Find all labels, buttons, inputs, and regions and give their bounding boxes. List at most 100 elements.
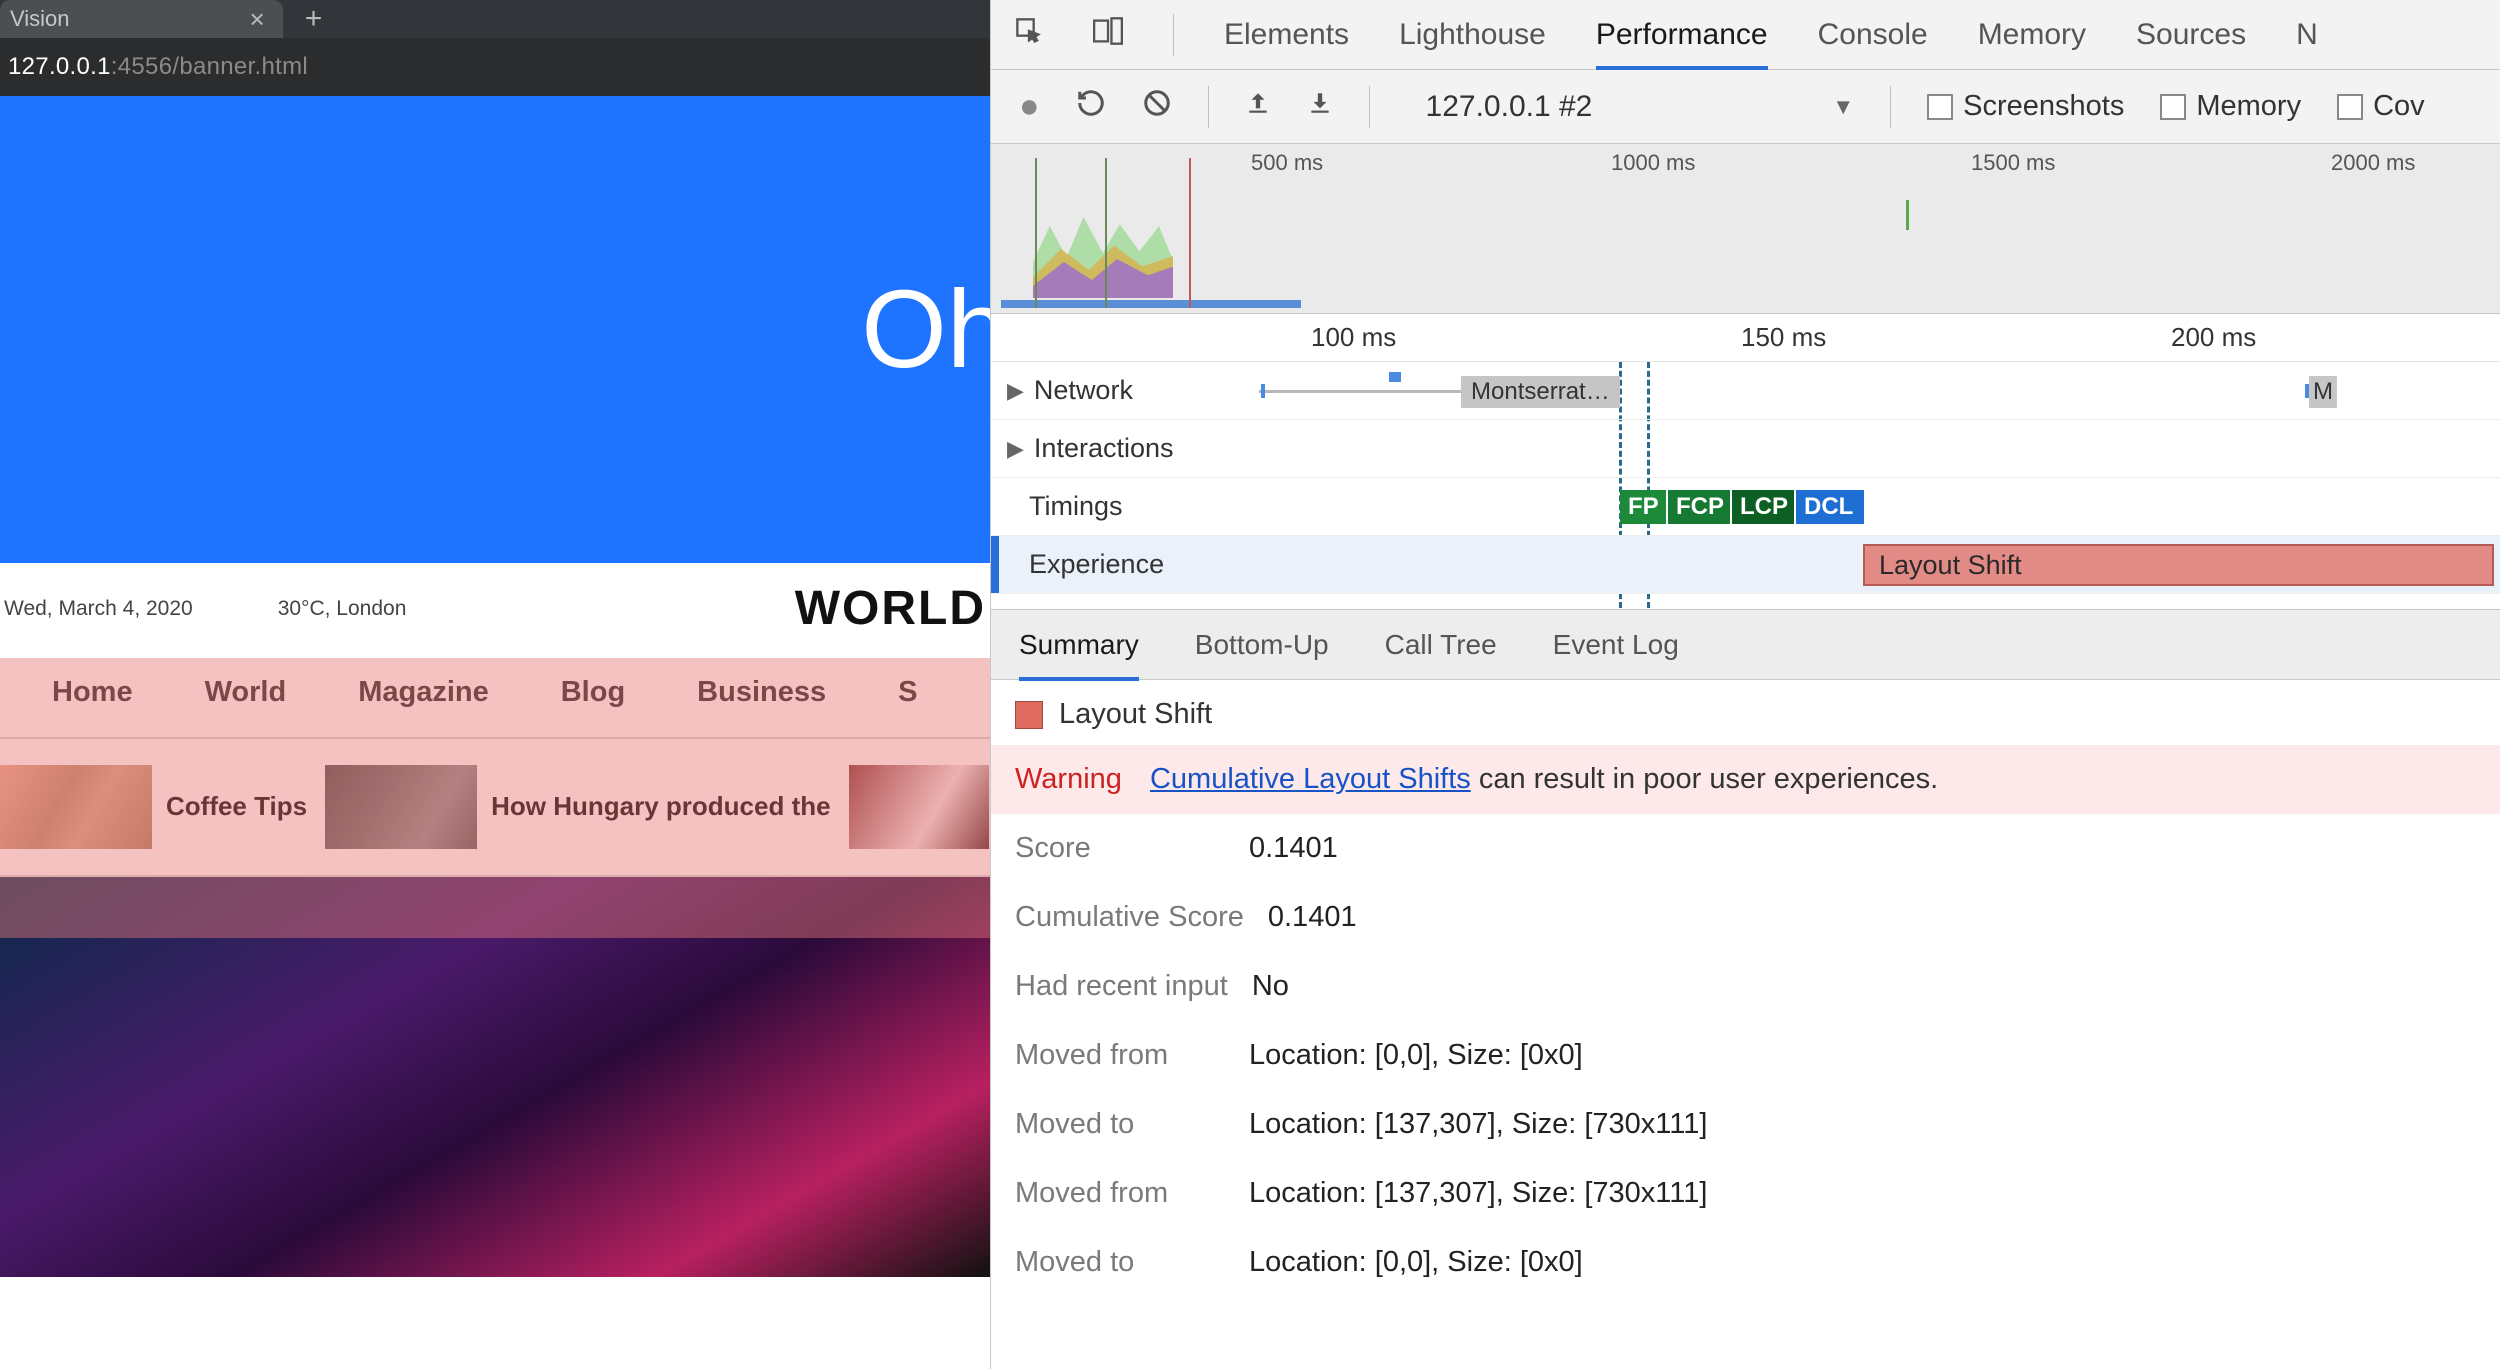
- devtools-pane: Elements Lighthouse Performance Console …: [990, 0, 2500, 1369]
- network-request-chip[interactable]: Montserrat…: [1461, 376, 1620, 408]
- timing-fp[interactable]: FP: [1620, 490, 1666, 524]
- teaser-item[interactable]: How Hungary produced the: [325, 765, 830, 849]
- teaser-thumb: [325, 765, 477, 849]
- coverage-checkbox[interactable]: Cov: [2337, 90, 2425, 123]
- lane-network[interactable]: ▶ Network Montserrat… M: [991, 362, 2500, 420]
- browser-pane: Vision × + 127.0.0.1:4556/banner.html Oh…: [0, 0, 990, 1369]
- inspect-element-icon[interactable]: [1015, 17, 1043, 52]
- warning-label: Warning: [1015, 763, 1122, 795]
- nav-item-world[interactable]: World: [205, 676, 287, 709]
- clear-icon[interactable]: [1142, 88, 1172, 125]
- url-display: 127.0.0.1:4556/banner.html: [8, 53, 308, 81]
- lane-label: Experience: [1029, 549, 1164, 580]
- tab-sources[interactable]: Sources: [2136, 18, 2246, 52]
- flame-chart[interactable]: 100 ms 150 ms 200 ms ▶ Network Montserra…: [991, 314, 2500, 610]
- checkbox-label: Cov: [2373, 90, 2425, 123]
- summary-value: 0.1401: [1268, 901, 1357, 934]
- summary-row: Moved toLocation: [0,0], Size: [0x0]: [1015, 1228, 2476, 1297]
- tab-performance[interactable]: Performance: [1596, 18, 1768, 70]
- new-tab-button[interactable]: +: [305, 2, 323, 36]
- network-marker: [1389, 372, 1401, 382]
- subtab-event-log[interactable]: Event Log: [1553, 629, 1679, 661]
- summary-value: No: [1252, 970, 1289, 1003]
- tab-elements[interactable]: Elements: [1224, 18, 1349, 52]
- network-request-chip[interactable]: M: [2309, 376, 2337, 408]
- browser-tabbar: Vision × +: [0, 0, 990, 38]
- ruler-tick: 150 ms: [1741, 322, 1826, 353]
- tab-console[interactable]: Console: [1818, 18, 1928, 52]
- ruler-tick: 100 ms: [1311, 322, 1396, 353]
- teaser-item[interactable]: Coffee Tips: [0, 765, 307, 849]
- nav-item-more[interactable]: S: [898, 676, 917, 709]
- date-label: Wed, March 4, 2020: [4, 597, 193, 621]
- memory-checkbox[interactable]: Memory: [2160, 90, 2301, 123]
- cls-docs-link[interactable]: Cumulative Layout Shifts: [1150, 763, 1471, 795]
- tab-more[interactable]: N: [2296, 18, 2318, 52]
- summary-value: 0.1401: [1249, 832, 1338, 865]
- summary-value: Location: [137,307], Size: [730x111]: [1249, 1177, 1707, 1210]
- ruler-tick: 1500 ms: [1971, 150, 2055, 176]
- nav-item-magazine[interactable]: Magazine: [358, 676, 489, 709]
- summary-key: Cumulative Score: [1015, 901, 1244, 934]
- screenshots-checkbox[interactable]: Screenshots: [1927, 90, 2124, 123]
- site-title: WORLD: [491, 581, 986, 636]
- overview-marker: [1906, 200, 1909, 230]
- subtab-summary[interactable]: Summary: [1019, 629, 1139, 681]
- teaser-row: Coffee Tips How Hungary produced the: [0, 739, 990, 877]
- device-toolbar-icon[interactable]: [1093, 17, 1123, 52]
- record-icon[interactable]: ●: [1019, 87, 1040, 126]
- reload-icon[interactable]: [1076, 88, 1106, 125]
- summary-row: Moved toLocation: [137,307], Size: [730x…: [1015, 1090, 2476, 1159]
- site-nav: Home World Magazine Blog Business S: [0, 648, 990, 739]
- color-swatch: [1015, 701, 1043, 729]
- lane-timings[interactable]: Timings FP FCP LCP DCL: [991, 478, 2500, 536]
- recording-selector[interactable]: 127.0.0.1 #2 ▼: [1426, 90, 1855, 124]
- chevron-down-icon: ▼: [1832, 94, 1854, 120]
- timing-fcp[interactable]: FCP: [1668, 490, 1730, 524]
- browser-tab[interactable]: Vision ×: [0, 0, 283, 38]
- checkbox-icon: [2160, 94, 2186, 120]
- summary-value: Location: [0,0], Size: [0x0]: [1249, 1246, 1583, 1279]
- lane-experience[interactable]: Experience Layout Shift: [991, 536, 2500, 594]
- divider: [1173, 14, 1174, 56]
- weather-label: 30°C, London: [278, 597, 407, 621]
- nav-item-business[interactable]: Business: [697, 676, 826, 709]
- timing-dcl[interactable]: DCL: [1796, 490, 1864, 524]
- url-host: 127.0.0.1: [8, 53, 111, 80]
- layout-shift-chip[interactable]: Layout Shift: [1863, 544, 2494, 586]
- summary-panel: Layout Shift Warning Cumulative Layout S…: [991, 680, 2500, 1297]
- network-marker: [1261, 384, 1265, 398]
- hero-banner: Oh: [0, 96, 990, 563]
- browser-tab-title: Vision: [10, 6, 70, 32]
- lane-label: Timings: [1029, 491, 1123, 522]
- performance-toolbar: ● 127.0.0.1 #2 ▼ Screenshots Memory Cov: [991, 70, 2500, 144]
- checkbox-label: Screenshots: [1963, 90, 2124, 123]
- summary-key: Moved to: [1015, 1108, 1225, 1141]
- close-icon[interactable]: ×: [250, 4, 265, 35]
- summary-key: Score: [1015, 832, 1225, 865]
- nav-item-blog[interactable]: Blog: [561, 676, 625, 709]
- teaser-thumb: [0, 765, 152, 849]
- flame-ruler: 100 ms 150 ms 200 ms: [991, 314, 2500, 362]
- subtab-bottom-up[interactable]: Bottom-Up: [1195, 629, 1329, 661]
- summary-tabbar: Summary Bottom-Up Call Tree Event Log: [991, 610, 2500, 680]
- tab-lighthouse[interactable]: Lighthouse: [1399, 18, 1546, 52]
- summary-row: Score 0.1401: [1015, 814, 2476, 883]
- recording-label: 127.0.0.1 #2: [1426, 90, 1593, 124]
- tab-memory[interactable]: Memory: [1978, 18, 2086, 52]
- lane-interactions[interactable]: ▶ Interactions: [991, 420, 2500, 478]
- timing-lcp[interactable]: LCP: [1732, 490, 1794, 524]
- warning-banner: Warning Cumulative Layout Shifts can res…: [991, 745, 2500, 814]
- download-icon[interactable]: [1307, 90, 1333, 123]
- url-path: :4556/banner.html: [111, 53, 308, 80]
- subtab-call-tree[interactable]: Call Tree: [1385, 629, 1497, 661]
- upload-icon[interactable]: [1245, 90, 1271, 123]
- banner-text: Oh: [861, 266, 990, 393]
- address-bar[interactable]: 127.0.0.1:4556/banner.html: [0, 38, 990, 96]
- timeline-overview[interactable]: 500 ms 1000 ms 1500 ms 2000 ms: [991, 144, 2500, 314]
- summary-row: Moved fromLocation: [137,307], Size: [73…: [1015, 1159, 2476, 1228]
- overview-graph: [997, 158, 1207, 308]
- summary-value: Location: [0,0], Size: [0x0]: [1249, 1039, 1583, 1072]
- devtools-tabbar: Elements Lighthouse Performance Console …: [991, 0, 2500, 70]
- nav-item-home[interactable]: Home: [52, 676, 133, 709]
